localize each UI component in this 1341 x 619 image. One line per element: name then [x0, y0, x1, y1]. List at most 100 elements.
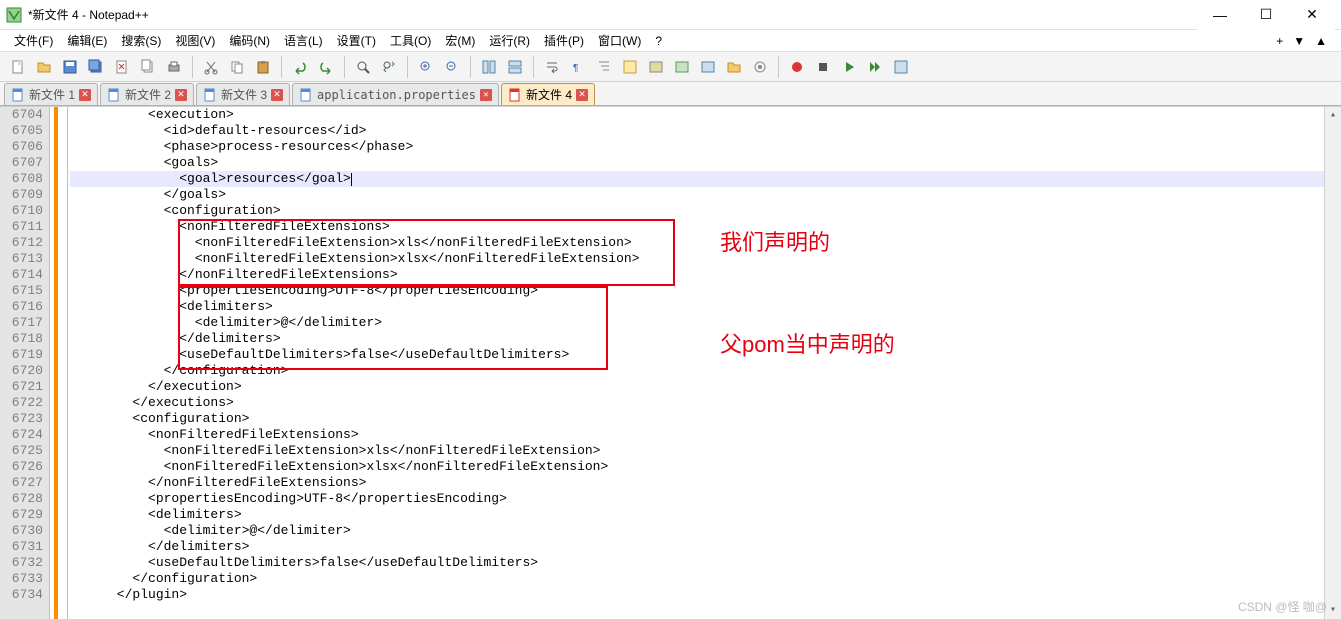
- code-line[interactable]: <useDefaultDelimiters>false</useDefaultD…: [70, 347, 1341, 363]
- minimize-button[interactable]: —: [1197, 0, 1243, 30]
- menu-help[interactable]: ?: [649, 32, 668, 50]
- tab-close-icon[interactable]: ✕: [271, 89, 283, 101]
- tab-file-2[interactable]: 新文件 2 ✕: [100, 83, 194, 105]
- vertical-scrollbar[interactable]: ▴ ▾: [1324, 107, 1341, 619]
- code-line[interactable]: <goal>resources</goal>: [70, 171, 1341, 187]
- code-line[interactable]: <execution>: [70, 107, 1341, 123]
- code-line[interactable]: <nonFilteredFileExtension>xlsx</nonFilte…: [70, 251, 1341, 267]
- sync-h-button[interactable]: [503, 55, 527, 79]
- stop-macro-button[interactable]: [811, 55, 835, 79]
- code-line[interactable]: </execution>: [70, 379, 1341, 395]
- code-line[interactable]: <delimiter>@</delimiter>: [70, 315, 1341, 331]
- code-line[interactable]: </executions>: [70, 395, 1341, 411]
- paste-button[interactable]: [251, 55, 275, 79]
- code-line[interactable]: <propertiesEncoding>UTF-8</propertiesEnc…: [70, 491, 1341, 507]
- tab-close-icon[interactable]: ✕: [79, 89, 91, 101]
- code-line[interactable]: <delimiter>@</delimiter>: [70, 523, 1341, 539]
- file-icon: [107, 88, 121, 102]
- menu-run[interactable]: 运行(R): [483, 30, 536, 51]
- zoom-in-button[interactable]: [414, 55, 438, 79]
- code-line[interactable]: </configuration>: [70, 571, 1341, 587]
- wordwrap-button[interactable]: [540, 55, 564, 79]
- save-macro-button[interactable]: [889, 55, 913, 79]
- redo-button[interactable]: [314, 55, 338, 79]
- scroll-up-icon[interactable]: ▴: [1325, 107, 1341, 124]
- new-file-button[interactable]: [6, 55, 30, 79]
- func-list-button[interactable]: [696, 55, 720, 79]
- code-line[interactable]: <nonFilteredFileExtension>xlsx</nonFilte…: [70, 459, 1341, 475]
- code-line[interactable]: </delimiters>: [70, 539, 1341, 555]
- close-file-button[interactable]: [110, 55, 134, 79]
- menu-encoding[interactable]: 编码(N): [223, 30, 276, 51]
- print-button[interactable]: [162, 55, 186, 79]
- menu-settings[interactable]: 设置(T): [331, 30, 382, 51]
- menu-file[interactable]: 文件(F): [8, 30, 59, 51]
- code-line[interactable]: <nonFilteredFileExtensions>: [70, 219, 1341, 235]
- code-line[interactable]: <goals>: [70, 155, 1341, 171]
- udl-button[interactable]: [618, 55, 642, 79]
- tab-close-icon[interactable]: ✕: [576, 89, 588, 101]
- file-unsaved-icon: [508, 88, 522, 102]
- play-macro-button[interactable]: [837, 55, 861, 79]
- code-line[interactable]: <useDefaultDelimiters>false</useDefaultD…: [70, 555, 1341, 571]
- menu-macro[interactable]: 宏(M): [439, 30, 481, 51]
- code-line[interactable]: <nonFilteredFileExtensions>: [70, 427, 1341, 443]
- doc-map-button[interactable]: [644, 55, 668, 79]
- code-line[interactable]: <nonFilteredFileExtension>xls</nonFilter…: [70, 235, 1341, 251]
- code-line[interactable]: <phase>process-resources</phase>: [70, 139, 1341, 155]
- menu-window[interactable]: 窗口(W): [592, 30, 647, 51]
- cut-button[interactable]: [199, 55, 223, 79]
- scroll-down-icon[interactable]: ▾: [1325, 602, 1341, 619]
- close-button[interactable]: ✕: [1289, 0, 1335, 30]
- tab-close-icon[interactable]: ✕: [480, 89, 492, 101]
- code-content[interactable]: <execution> <id>default-resources</id> <…: [68, 107, 1341, 619]
- find-button[interactable]: [351, 55, 375, 79]
- save-all-button[interactable]: [84, 55, 108, 79]
- code-line[interactable]: <nonFilteredFileExtension>xls</nonFilter…: [70, 443, 1341, 459]
- fold-up-icon[interactable]: ▲: [1315, 34, 1327, 48]
- code-line[interactable]: </delimiters>: [70, 331, 1341, 347]
- menu-search[interactable]: 搜索(S): [115, 30, 167, 51]
- replace-button[interactable]: [377, 55, 401, 79]
- code-line[interactable]: </nonFilteredFileExtensions>: [70, 267, 1341, 283]
- menu-language[interactable]: 语言(L): [278, 30, 329, 51]
- open-file-button[interactable]: [32, 55, 56, 79]
- fold-down-icon[interactable]: ▼: [1293, 34, 1305, 48]
- code-line[interactable]: <id>default-resources</id>: [70, 123, 1341, 139]
- tab-file-1[interactable]: 新文件 1 ✕: [4, 83, 98, 105]
- code-line[interactable]: <configuration>: [70, 411, 1341, 427]
- copy-button[interactable]: [225, 55, 249, 79]
- doc-list-button[interactable]: [670, 55, 694, 79]
- code-line[interactable]: <delimiters>: [70, 299, 1341, 315]
- fold-plus-icon[interactable]: +: [1276, 34, 1283, 48]
- tab-file-3[interactable]: 新文件 3 ✕: [196, 83, 290, 105]
- menu-view[interactable]: 视图(V): [169, 30, 221, 51]
- folder-ws-button[interactable]: [722, 55, 746, 79]
- code-line[interactable]: </plugin>: [70, 587, 1341, 603]
- tab-close-icon[interactable]: ✕: [175, 89, 187, 101]
- code-line[interactable]: </nonFilteredFileExtensions>: [70, 475, 1341, 491]
- menu-tools[interactable]: 工具(O): [384, 30, 437, 51]
- menu-plugins[interactable]: 插件(P): [538, 30, 590, 51]
- code-line[interactable]: </goals>: [70, 187, 1341, 203]
- sync-v-button[interactable]: [477, 55, 501, 79]
- code-line[interactable]: <delimiters>: [70, 507, 1341, 523]
- indent-guide-button[interactable]: [592, 55, 616, 79]
- modified-indicator: [54, 107, 58, 619]
- show-all-chars-button[interactable]: ¶: [566, 55, 590, 79]
- record-macro-button[interactable]: [785, 55, 809, 79]
- menu-edit[interactable]: 编辑(E): [61, 30, 113, 51]
- monitor-button[interactable]: [748, 55, 772, 79]
- tab-application-properties[interactable]: application.properties ✕: [292, 83, 499, 105]
- maximize-button[interactable]: ☐: [1243, 0, 1289, 30]
- tab-file-4-active[interactable]: 新文件 4 ✕: [501, 83, 595, 105]
- save-button[interactable]: [58, 55, 82, 79]
- app-icon: [6, 7, 22, 23]
- zoom-out-button[interactable]: [440, 55, 464, 79]
- code-line[interactable]: <propertiesEncoding>UTF-8</propertiesEnc…: [70, 283, 1341, 299]
- undo-button[interactable]: [288, 55, 312, 79]
- close-all-button[interactable]: [136, 55, 160, 79]
- code-line[interactable]: <configuration>: [70, 203, 1341, 219]
- code-line[interactable]: </configuration>: [70, 363, 1341, 379]
- playback-multi-button[interactable]: [863, 55, 887, 79]
